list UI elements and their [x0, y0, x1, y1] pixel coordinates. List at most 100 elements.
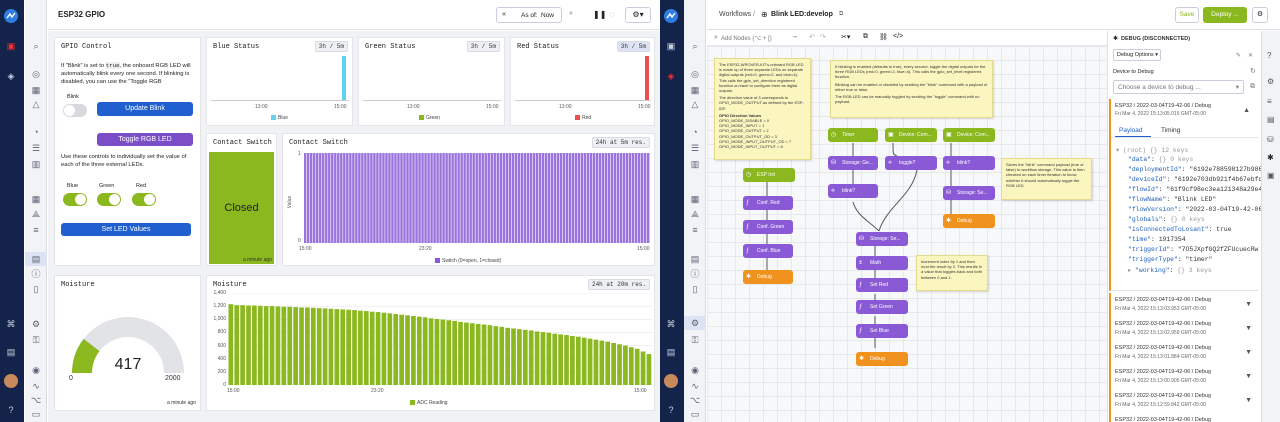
note-timer[interactable]: If blinking is enabled (defaults to true… — [830, 60, 993, 118]
docs-icon[interactable]: ▤ — [5, 346, 17, 358]
device-icon[interactable]: ▦ — [689, 84, 701, 96]
range-badge[interactable]: 3h / 5m — [616, 41, 650, 52]
alert-icon[interactable]: △ — [689, 98, 701, 110]
globe-icon[interactable]: ◎ — [689, 68, 701, 80]
chevron-down-icon[interactable]: ▼ — [1245, 301, 1252, 308]
breadcrumb-workflows[interactable]: Workflows — [719, 11, 751, 18]
node-conf-red[interactable]: ƒ Conf. Red — [743, 196, 793, 210]
blink-toggle[interactable] — [63, 104, 87, 117]
chart-icon[interactable]: ▥ — [689, 158, 701, 170]
device-select[interactable]: Choose a device to debug ... ▾ — [1113, 80, 1244, 94]
info-icon[interactable]: ⓘ — [689, 268, 701, 280]
refresh-icon[interactable]: ◌ — [609, 9, 614, 19]
chart-icon[interactable]: ▥ — [30, 158, 42, 170]
flow-icon[interactable]: ⟁ — [689, 208, 701, 220]
node-set-red[interactable]: ƒ Set Red — [856, 278, 908, 292]
chevron-down-icon[interactable]: ▼ — [1245, 349, 1252, 356]
debug-message-row[interactable]: ESP32 / 2022-03-04T19-42-06 / Debug Fri M… — [1109, 293, 1258, 320]
chevron-down-icon[interactable]: ▼ — [1245, 325, 1252, 332]
chevron-down-icon[interactable]: ▼ — [1245, 373, 1252, 380]
node-toggle[interactable]: ⟡ toggle? — [885, 156, 937, 170]
json-row[interactable]: "flowVersion": "2022-03-04T19-42-06 — [1128, 206, 1262, 213]
losant-logo-icon[interactable] — [4, 9, 18, 23]
dashboard-icon[interactable]: ▣ — [5, 40, 17, 52]
list-icon[interactable]: ☰ — [30, 142, 42, 154]
cut-icon[interactable]: ✂▾ — [841, 33, 850, 41]
update-blink-button[interactable]: Update Blink — [97, 102, 193, 116]
node-debug-3[interactable]: ✱ Debug — [856, 352, 908, 366]
avatar[interactable] — [4, 374, 18, 388]
activity-icon[interactable]: ∿ — [30, 380, 42, 392]
node-storage-set-2[interactable]: ⛁ Storage: Se... — [856, 232, 908, 246]
user-icon[interactable]: ◉ — [689, 364, 701, 376]
node-esp-init[interactable]: ◷ ESP Init — [743, 168, 795, 182]
node-blink-2[interactable]: ⟡ blink? — [943, 156, 995, 170]
node-timer[interactable]: ◷ Timer — [828, 128, 878, 142]
versions-icon[interactable]: ▤ — [1267, 115, 1275, 124]
range-badge[interactable]: 24h at 5m res. — [591, 137, 650, 148]
alert-icon[interactable]: △ — [30, 98, 42, 110]
node-set-blue[interactable]: ƒ Set Blue — [856, 324, 908, 338]
debug-message-row[interactable]: ESP32 / 2022-03-04T19-42-06 / Debug Fri M… — [1109, 389, 1258, 416]
grid-icon[interactable]: ▦ — [30, 193, 42, 205]
device-icon[interactable]: ▣ — [1267, 171, 1275, 180]
globals-icon[interactable]: ≡ — [1267, 97, 1272, 106]
node-debug-1[interactable]: ✱ Debug — [743, 270, 793, 284]
node-debug-2[interactable]: ✱ Debug — [943, 214, 995, 228]
chevron-down-icon[interactable]: ▼ — [1245, 397, 1252, 404]
workflow-info-icon[interactable]: ⚙ — [1267, 77, 1274, 86]
cube-icon[interactable]: ◈ — [665, 70, 677, 82]
json-row[interactable]: "deploymentId": "6192e788598127b986 — [1128, 166, 1262, 173]
list-icon[interactable]: ☰ — [689, 142, 701, 154]
help-icon[interactable]: ? — [1267, 51, 1271, 60]
search-icon[interactable]: ⌕ — [689, 40, 701, 52]
range-badge[interactable]: 3h / 5m — [466, 41, 500, 52]
workflow-icon[interactable]: ⌘ — [5, 318, 17, 330]
key-icon[interactable]: ⚿ — [689, 334, 701, 346]
breadcrumb-flow[interactable]: Blink LED:develop — [771, 11, 833, 18]
grid-icon[interactable]: ▦ — [689, 193, 701, 205]
node-conf-blue[interactable]: ƒ Conf. Blue — [743, 244, 793, 258]
tab-payload[interactable]: Payload — [1119, 127, 1143, 134]
pause-icon[interactable]: ❚❚ — [593, 10, 606, 19]
close-icon[interactable]: ✕ — [1248, 52, 1253, 59]
info-icon[interactable]: ⓘ — [30, 268, 42, 280]
as-of-value[interactable]: Now — [541, 12, 554, 19]
folder-icon[interactable]: ▭ — [30, 408, 42, 420]
note-math[interactable]: Increment index by 1 and then mod the re… — [916, 255, 988, 291]
settings-icon[interactable]: ⚙ — [30, 318, 42, 330]
copy-icon[interactable]: ⧉ — [839, 11, 843, 18]
json-row[interactable]: "triggerId": "7O5JXpfGQ2fZFUcuecRw — [1128, 246, 1258, 253]
workflow-settings-button[interactable]: ⚙ — [1252, 7, 1268, 23]
user-icon[interactable]: ◉ — [30, 364, 42, 376]
code-icon[interactable]: ⌥ — [689, 394, 701, 406]
set-led-values-button[interactable]: Set LED Values — [61, 223, 191, 236]
deploy-button[interactable]: Deploy ... — [1203, 7, 1247, 23]
chevron-up-icon[interactable]: ▲ — [1243, 107, 1250, 114]
node-device-command-2[interactable]: ▣ Device: Com... — [943, 128, 995, 142]
undo-icon[interactable]: ↶ — [809, 33, 815, 41]
copy-icon[interactable]: ⧉ — [1250, 83, 1255, 91]
losant-logo-icon[interactable] — [664, 9, 678, 23]
dashboard-icon[interactable]: ▣ — [665, 40, 677, 52]
debug-message-row[interactable]: ESP32 / 2022-03-04T19-42-06 / Debug Fri M… — [1109, 317, 1258, 344]
code-icon[interactable]: ⌥ — [30, 394, 42, 406]
settings-icon[interactable]: ⚙ — [689, 317, 701, 329]
add-nodes-input[interactable] — [721, 33, 801, 44]
file-icon[interactable]: ▯ — [689, 283, 701, 295]
node-device-command-1[interactable]: ▣ Device: Com... — [885, 128, 937, 142]
activity-icon[interactable]: ∿ — [689, 380, 701, 392]
json-row[interactable]: "globals": {} 0 keys — [1128, 216, 1205, 223]
code-icon[interactable]: </> — [893, 33, 903, 40]
save-button[interactable]: Save — [1175, 7, 1199, 23]
debug-message-row[interactable]: ESP32 / 2022-03-04T19-42-06 / Debug Fri M… — [1109, 341, 1258, 368]
range-badge[interactable]: 24h at 20m res. — [587, 279, 650, 290]
dashboard-settings-button[interactable]: ⚙▾ — [625, 7, 651, 23]
forward-icon[interactable]: » — [569, 10, 573, 17]
data-icon[interactable]: ◔ — [689, 126, 701, 138]
copy-icon[interactable]: ⧉ — [863, 33, 868, 41]
key-icon[interactable]: ⚿ — [30, 334, 42, 346]
toggle-rgb-button[interactable]: Toggle RGB LED — [97, 133, 193, 146]
refresh-icon[interactable]: ↻ — [1250, 67, 1256, 75]
range-badge[interactable]: 3h / 5m — [314, 41, 348, 52]
